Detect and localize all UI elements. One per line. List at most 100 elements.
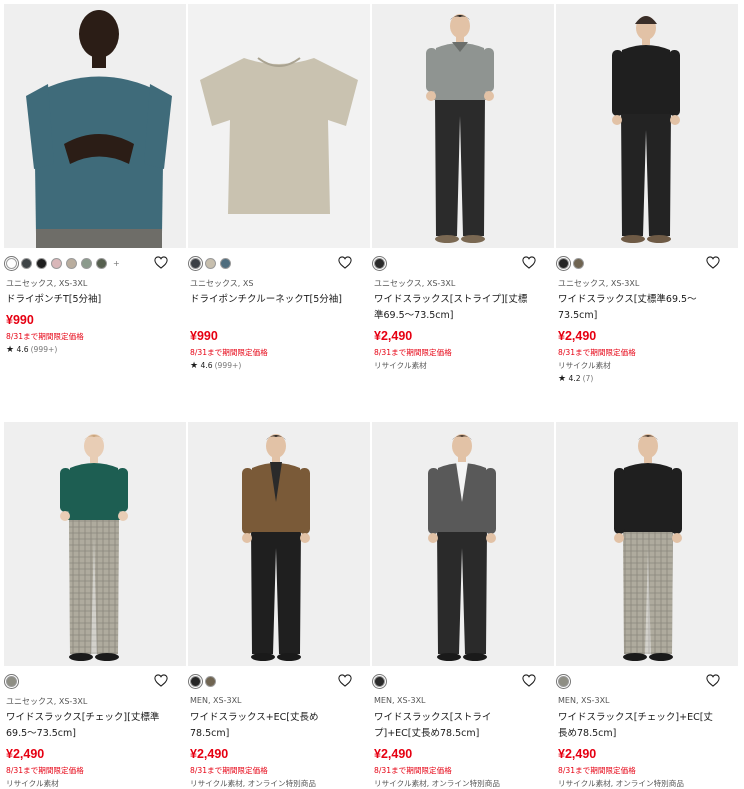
product-attribute: リサイクル素材 xyxy=(558,361,611,370)
color-swatch[interactable] xyxy=(36,257,47,269)
color-swatch[interactable] xyxy=(96,257,107,269)
product-price: ¥990 xyxy=(6,313,34,327)
color-swatch[interactable] xyxy=(558,257,569,269)
product-price: ¥2,490 xyxy=(6,747,45,761)
product-info: ¥990 8/31まで期間限定価格 ★ 4.6 (999+) xyxy=(190,328,365,371)
star-icon: ★ xyxy=(6,345,15,355)
product-price: ¥2,490 xyxy=(558,329,597,343)
color-swatch[interactable] xyxy=(21,257,32,269)
color-swatch[interactable] xyxy=(558,675,569,687)
product-card[interactable]: MEN, XS-3XL ワイドスラックス+EC[丈長め78.5cm] ¥2,49… xyxy=(188,422,370,789)
product-info: ¥2,490 8/31まで期間限定価格 リサイクル素材 ★ 4.2 (7) xyxy=(558,328,733,384)
product-name[interactable]: ワイドスラックス[ストライプ][丈標準69.5〜73.5cm] xyxy=(374,292,534,324)
grey-jacket-black-slacks-model[interactable] xyxy=(372,422,554,666)
color-swatch[interactable] xyxy=(374,257,385,269)
product-card[interactable]: ユニセックス, XS ドライポンチクルーネックT[5分袖] ¥990 8/31ま… xyxy=(188,4,370,384)
color-swatch[interactable] xyxy=(66,257,77,269)
product-info: ¥2,490 8/31まで期間限定価格 リサイクル素材 xyxy=(6,746,181,789)
color-swatch[interactable] xyxy=(205,257,216,269)
color-swatch[interactable] xyxy=(51,257,62,269)
favorite-heart-icon[interactable] xyxy=(706,256,720,269)
product-price: ¥2,490 xyxy=(374,747,413,761)
promo-label: 8/31まで期間限定価格 xyxy=(6,332,84,341)
product-name[interactable]: ドライポンチT[5分袖] xyxy=(6,292,166,308)
product-photo[interactable] xyxy=(556,4,738,248)
promo-label: 8/31まで期間限定価格 xyxy=(374,766,452,775)
favorite-heart-icon[interactable] xyxy=(522,256,536,269)
color-swatch[interactable] xyxy=(81,257,92,269)
product-info: ¥2,490 8/31まで期間限定価格 リサイクル素材 xyxy=(374,328,549,371)
color-swatch[interactable] xyxy=(573,257,584,269)
promo-label: 8/31まで期間限定価格 xyxy=(374,348,452,357)
product-price: ¥990 xyxy=(190,329,218,343)
black-jacket-slacks-model[interactable] xyxy=(556,4,738,248)
rating-value: 4.6 xyxy=(16,345,29,354)
product-info: ¥2,490 8/31まで期間限定価格 リサイクル素材, オンライン特別商品 xyxy=(558,746,733,789)
teal-tshirt-model[interactable] xyxy=(4,4,186,248)
product-attribute: リサイクル素材, オンライン特別商品 xyxy=(190,779,316,788)
product-card[interactable]: MEN, XS-3XL ワイドスラックス[チェック]+EC[丈長め78.5cm]… xyxy=(556,422,738,789)
review-count: (999+) xyxy=(214,361,242,370)
promo-label: 8/31まで期間限定価格 xyxy=(558,766,636,775)
color-swatch[interactable] xyxy=(190,257,201,269)
product-photo[interactable] xyxy=(372,422,554,666)
product-row: ユニセックス, XS-3XL ワイドスラックス[チェック][丈標準69.5〜73… xyxy=(4,422,738,789)
product-attribute: リサイクル素材 xyxy=(374,361,427,370)
product-gender-size: MEN, XS-3XL xyxy=(558,696,610,705)
color-swatch[interactable] xyxy=(6,257,17,269)
rating-value: 4.6 xyxy=(200,361,213,370)
product-photo[interactable] xyxy=(188,422,370,666)
product-card[interactable]: ユニセックス, XS-3XL ワイドスラックス[ストライプ][丈標準69.5〜7… xyxy=(372,4,554,384)
review-count: (999+) xyxy=(30,345,58,354)
green-tee-check-slacks-model[interactable] xyxy=(4,422,186,666)
product-photo[interactable] xyxy=(4,422,186,666)
product-gender-size: MEN, XS-3XL xyxy=(374,696,426,705)
product-card[interactable]: ユニセックス, XS-3XL ワイドスラックス[チェック][丈標準69.5〜73… xyxy=(4,422,186,789)
color-swatch[interactable] xyxy=(6,675,17,687)
color-swatch[interactable] xyxy=(205,675,216,687)
color-swatch[interactable] xyxy=(220,257,231,269)
grey-polo-slacks-model[interactable] xyxy=(372,4,554,248)
favorite-heart-icon[interactable] xyxy=(338,674,352,687)
product-card[interactable]: ユニセックス, XS-3XL ワイドスラックス[丈標準69.5〜73.5cm] … xyxy=(556,4,738,384)
star-icon: ★ xyxy=(558,374,567,384)
favorite-heart-icon[interactable] xyxy=(706,674,720,687)
favorite-heart-icon[interactable] xyxy=(522,674,536,687)
product-gender-size: ユニセックス, XS xyxy=(190,279,254,288)
product-photo[interactable] xyxy=(188,4,370,248)
product-name[interactable]: ドライポンチクルーネックT[5分袖] xyxy=(190,292,350,308)
product-rating: ★ 4.6 (999+) xyxy=(190,361,365,371)
brown-jacket-black-slacks-model[interactable] xyxy=(188,422,370,666)
product-gender-size: ユニセックス, XS-3XL xyxy=(374,279,456,288)
product-photo[interactable] xyxy=(4,4,186,248)
color-swatch[interactable] xyxy=(374,675,385,687)
product-rating: ★ 4.2 (7) xyxy=(558,374,733,384)
product-rating: ★ 4.6 (999+) xyxy=(6,345,181,355)
favorite-heart-icon[interactable] xyxy=(154,256,168,269)
product-price: ¥2,490 xyxy=(374,329,413,343)
product-name[interactable]: ワイドスラックス[チェック][丈標準69.5〜73.5cm] xyxy=(6,710,166,742)
product-attribute: リサイクル素材, オンライン特別商品 xyxy=(374,779,500,788)
product-row: + ユニセックス, XS-3XL ドライポンチT[5分袖] ¥990 8/31ま… xyxy=(4,4,738,384)
black-jacket-check-slacks-model[interactable] xyxy=(556,422,738,666)
favorite-heart-icon[interactable] xyxy=(154,674,168,687)
review-count: (7) xyxy=(582,374,594,383)
promo-label: 8/31まで期間限定価格 xyxy=(190,348,268,357)
product-name[interactable]: ワイドスラックス[ストライプ]+EC[丈長め78.5cm] xyxy=(374,710,534,742)
product-info: ¥2,490 8/31まで期間限定価格 リサイクル素材, オンライン特別商品 xyxy=(374,746,549,789)
product-gender-size: ユニセックス, XS-3XL xyxy=(558,279,640,288)
product-gender-size: MEN, XS-3XL xyxy=(190,696,242,705)
product-photo[interactable] xyxy=(556,422,738,666)
more-colors-indicator: + xyxy=(113,258,120,268)
product-name[interactable]: ワイドスラックス+EC[丈長め78.5cm] xyxy=(190,710,350,742)
color-swatch[interactable] xyxy=(190,675,201,687)
rating-value: 4.2 xyxy=(568,374,581,383)
product-attribute: リサイクル素材 xyxy=(6,779,59,788)
product-card[interactable]: + ユニセックス, XS-3XL ドライポンチT[5分袖] ¥990 8/31ま… xyxy=(4,4,186,384)
beige-tshirt-flat[interactable] xyxy=(188,4,370,248)
product-name[interactable]: ワイドスラックス[チェック]+EC[丈長め78.5cm] xyxy=(558,710,718,742)
product-photo[interactable] xyxy=(372,4,554,248)
product-card[interactable]: MEN, XS-3XL ワイドスラックス[ストライプ]+EC[丈長め78.5cm… xyxy=(372,422,554,789)
favorite-heart-icon[interactable] xyxy=(338,256,352,269)
product-name[interactable]: ワイドスラックス[丈標準69.5〜73.5cm] xyxy=(558,292,718,324)
